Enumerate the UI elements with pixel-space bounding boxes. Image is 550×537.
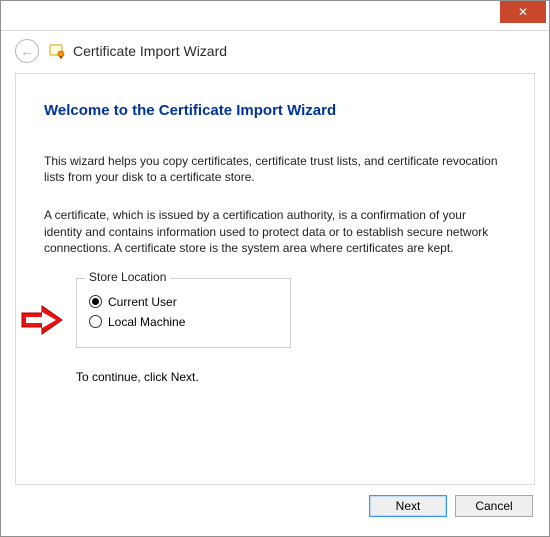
callout-arrow-icon	[20, 305, 64, 335]
back-arrow-icon: ←	[20, 43, 34, 59]
store-location-group: Store Location Current User Local Machin…	[76, 278, 291, 348]
continue-instruction: To continue, click Next.	[76, 370, 506, 384]
radio-icon	[89, 315, 102, 328]
radio-label: Local Machine	[108, 315, 185, 329]
radio-icon	[89, 295, 102, 308]
store-location-legend: Store Location	[85, 270, 170, 284]
close-button[interactable]: ✕	[500, 1, 546, 23]
certificate-icon	[49, 43, 65, 59]
page-heading: Welcome to the Certificate Import Wizard	[44, 102, 506, 119]
wizard-header: ← Certificate Import Wizard	[1, 31, 549, 73]
intro-paragraph-1: This wizard helps you copy certificates,…	[44, 153, 506, 185]
back-button[interactable]: ←	[15, 39, 39, 63]
title-bar: ✕	[1, 1, 549, 31]
radio-current-user[interactable]: Current User	[89, 295, 278, 309]
radio-local-machine[interactable]: Local Machine	[89, 315, 278, 329]
next-button[interactable]: Next	[369, 495, 447, 517]
intro-paragraph-2: A certificate, which is issued by a cert…	[44, 207, 506, 256]
cancel-button[interactable]: Cancel	[455, 495, 533, 517]
wizard-footer: Next Cancel	[1, 485, 549, 517]
radio-label: Current User	[108, 295, 177, 309]
close-icon: ✕	[518, 5, 528, 19]
header-title: Certificate Import Wizard	[73, 43, 227, 59]
wizard-content: Welcome to the Certificate Import Wizard…	[15, 73, 535, 485]
